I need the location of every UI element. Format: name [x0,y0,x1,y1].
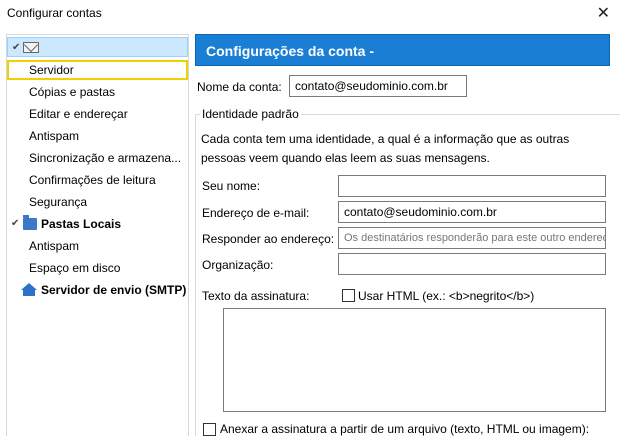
sidebar-item-sincronizacao[interactable]: Sincronização e armazena... [7,148,188,168]
identity-description: Cada conta tem uma identidade, a qual é … [201,132,570,165]
folder-icon [23,215,37,230]
panel-header: Configurações da conta - [195,34,610,66]
reply-to-input[interactable]: Os destinatários responderão para este o… [338,227,606,249]
signature-textarea[interactable] [223,308,606,412]
sidebar-item-espaco-disco[interactable]: Espaço em disco [7,258,188,278]
sidebar-item-editar[interactable]: Editar e endereçar [7,104,188,124]
sidebar-item-label: Sincronização e armazena... [29,151,182,165]
sidebar-item-pastas-locais[interactable]: ✔ Pastas Locais [7,214,188,234]
sidebar-item-smtp[interactable]: Servidor de envio (SMTP) [7,280,188,300]
organization-input[interactable] [338,253,606,275]
account-root-item[interactable]: ✔ [7,37,188,57]
sidebar-item-label: Antispam [29,129,80,143]
email-input[interactable]: contato@seudominio.com.br [338,201,606,223]
sidebar-item-label: Segurança [29,195,88,209]
account-tree: ✔ Servidor Cópias e pastas Editar e ende… [6,34,189,436]
server-icon [21,283,37,297]
sidebar-item-label: Confirmações de leitura [29,173,156,187]
account-name-label: Nome da conta: [197,80,282,94]
sidebar-item-servidor[interactable]: Servidor [7,60,188,80]
your-name-input[interactable] [338,175,606,197]
close-icon[interactable]: ✕ [597,3,610,23]
use-html-checkbox[interactable] [342,289,355,302]
sidebar-item-antispam[interactable]: Antispam [7,126,188,146]
settings-panel: Configurações da conta - Nome da conta: … [195,34,620,436]
your-name-label: Seu nome: [202,179,261,193]
attach-signature-checkbox[interactable] [203,423,216,436]
sidebar-item-local-antispam[interactable]: Antispam [7,236,188,256]
sidebar-item-label: Espaço em disco [29,261,121,275]
sidebar-item-label: Antispam [29,239,80,253]
sidebar-item-copias[interactable]: Cópias e pastas [7,82,188,102]
sidebar-item-label: Pastas Locais [41,217,122,231]
organization-label: Organização: [202,258,274,272]
reply-to-label: Responder ao endereço: [202,232,335,246]
window-title: Configurar contas [7,6,102,20]
chevron-down-icon[interactable]: ✔ [12,38,20,56]
sidebar-item-confirmacoes[interactable]: Confirmações de leitura [7,170,188,190]
identity-legend: Identidade padrão [200,107,301,121]
sidebar-item-label: Servidor de envio (SMTP) [41,283,187,297]
sidebar-item-label: Editar e endereçar [29,107,128,121]
email-label: Endereço de e-mail: [202,206,310,220]
account-name-input[interactable]: contato@seudominio.com.br [289,75,467,97]
sidebar-item-label: Servidor [29,63,74,77]
window-titlebar: Configurar contas ✕ [0,0,620,30]
use-html-label[interactable]: Usar HTML (ex.: <b>negrito</b>) [358,289,534,303]
signature-label: Texto da assinatura: [202,289,310,303]
envelope-icon [23,42,39,53]
sidebar-item-label: Cópias e pastas [29,85,116,99]
attach-signature-label[interactable]: Anexar a assinatura a partir de um arqui… [220,422,589,436]
sidebar-item-seguranca[interactable]: Segurança [7,192,188,212]
chevron-down-icon[interactable]: ✔ [11,214,19,234]
